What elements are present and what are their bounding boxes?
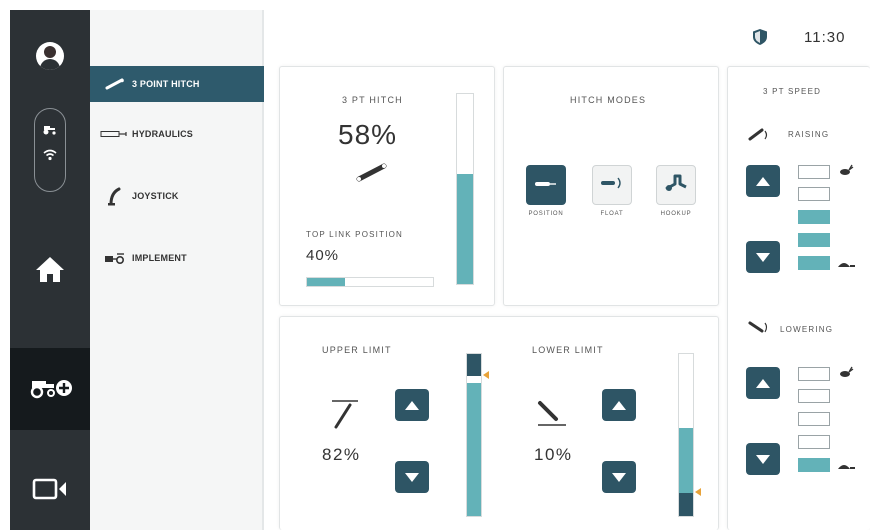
upper-limit-icon [330,397,360,436]
hitch-modes-title: HITCH MODES [570,95,647,105]
hitch-position-bar[interactable] [456,93,474,285]
top-link-label: TOP LINK POSITION [306,230,404,239]
hitch-percent: 58% [338,119,398,150]
speed-title: 3 PT SPEED [763,87,822,96]
lower-limit-value: 10% [534,445,573,464]
upper-limit-cap [467,354,481,376]
submenu-label: JOYSTICK [132,191,179,201]
raising-speed-segment [798,210,830,224]
submenu-item-hydraulics[interactable]: HYDRAULICS [90,116,264,152]
submenu-item-joystick[interactable]: JOYSTICK [90,178,264,214]
submenu-label: IMPLEMENT [132,253,187,263]
upper-limit-value: 82% [322,445,361,464]
submenu-label: HYDRAULICS [132,129,194,139]
lowering-speed-segment [798,367,830,381]
upper-limit-fill [467,383,481,516]
lowering-speed-segment [798,412,830,426]
limits-card: UPPER LIMIT 82% LOWER LIMIT 10% [279,316,719,530]
hitch-icon [98,78,132,90]
upper-limit-bar[interactable] [466,353,482,517]
mode-hookup-button[interactable] [656,165,696,205]
upper-limit-marker [483,371,489,379]
top-link-value: 40% [306,247,340,264]
submenu-label: 3 POINT HITCH [132,79,200,89]
raising-speed-segment [798,233,830,247]
raising-speed-up-button[interactable] [746,165,780,197]
hitch-card: 3 PT HITCH 58% TOP LINK POSITION 40% [279,66,495,306]
avatar-icon[interactable] [36,42,64,70]
lower-limit-down-button[interactable] [602,461,636,493]
upper-limit-label: UPPER LIMIT [322,345,392,355]
wifi-icon [35,149,65,164]
hitch-title: 3 PT HITCH [342,95,403,105]
hydraulics-icon [98,130,132,138]
lower-limit-label: LOWER LIMIT [532,345,604,355]
vehicle-status-pill[interactable] [34,108,66,192]
raising-label: RAISING [788,130,830,139]
mode-float-label: FLOAT [600,211,624,217]
main-rail [10,10,90,530]
arrow-up-icon [756,176,770,186]
lowering-speed-segment [798,458,830,472]
arrow-down-icon [756,454,770,464]
arrow-up-icon [405,400,419,410]
lower-limit-up-button[interactable] [602,389,636,421]
arrow-up-icon [612,400,626,410]
speed-card: 3 PT SPEED RAISING LOWERING [727,66,870,530]
lower-limit-fill [679,493,693,516]
upper-limit-down-button[interactable] [395,461,429,493]
tractor-icon [35,123,65,138]
hitch-modes-card: HITCH MODES POSITION FLOAT HOOKUP [503,66,719,306]
lowering-icon [748,319,770,342]
raising-speed-segment [798,165,830,179]
raising-speed-segment [798,256,830,270]
lowering-label: LOWERING [780,325,834,334]
mode-position-label: POSITION [528,211,564,217]
tractor-add-icon [28,376,74,405]
lowering-speed-segment [798,389,830,403]
top-link-progress [306,277,434,287]
mode-position-button[interactable] [526,165,566,205]
lowering-speed-down-button[interactable] [746,443,780,475]
rabbit-icon [838,163,854,181]
arrow-down-icon [756,252,770,262]
joystick-icon [98,186,132,206]
raising-speed-segment [798,187,830,201]
top-link-progress-fill [307,278,345,286]
submenu-item-implement[interactable]: IMPLEMENT [90,240,264,276]
position-mode-icon [534,176,558,194]
clock: 11:30 [804,29,846,46]
raising-icon [748,125,770,148]
mode-float-button[interactable] [592,165,632,205]
hitch-arm-icon [354,161,390,188]
status-bar: 11:30 [264,10,870,62]
arrow-down-icon [612,472,626,482]
mode-hookup-label: HOOKUP [660,211,692,217]
rabbit-icon [838,365,854,383]
submenu-item-3-point-hitch[interactable]: 3 POINT HITCH [90,66,264,102]
shield-icon[interactable] [752,28,768,51]
hookup-mode-icon [663,173,689,198]
lowering-speed-up-button[interactable] [746,367,780,399]
implement-icon [98,251,132,265]
tractor-add-nav[interactable] [10,348,90,430]
turtle-icon [836,257,856,275]
arrow-down-icon [405,472,419,482]
float-mode-icon [600,176,624,195]
arrow-up-icon [756,378,770,388]
turtle-icon [836,459,856,477]
upper-limit-up-button[interactable] [395,389,429,421]
lower-limit-icon [536,399,568,434]
camera-icon[interactable] [28,476,72,502]
home-icon[interactable] [34,254,66,284]
lower-limit-bar[interactable] [678,353,694,517]
lowering-speed-segment [798,435,830,449]
lower-limit-marker [695,488,701,496]
raising-speed-down-button[interactable] [746,241,780,273]
hitch-submenu: 3 POINT HITCH HYDRAULICS JOYSTICK IMPLEM… [90,10,264,530]
hitch-position-fill [457,173,473,284]
